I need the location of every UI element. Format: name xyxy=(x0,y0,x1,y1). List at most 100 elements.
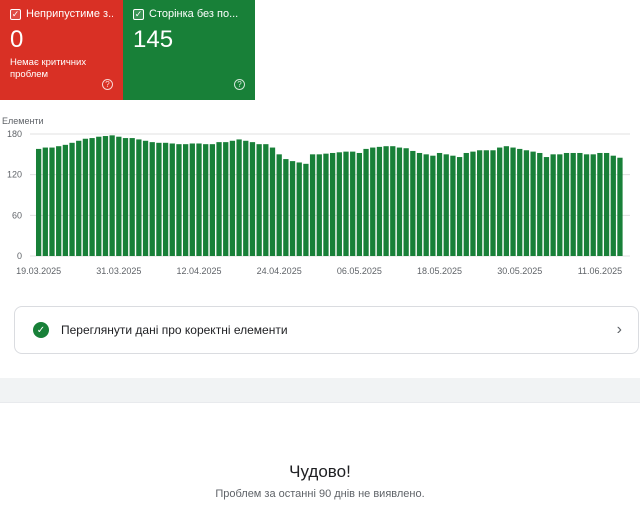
y-tick-label: 180 xyxy=(7,129,22,139)
chart-bar xyxy=(196,143,202,256)
card-valid-header: ✓ Сторінка без по... xyxy=(133,8,245,20)
chart-bar xyxy=(603,152,610,256)
chart-bar xyxy=(477,150,483,256)
chart-bar xyxy=(490,150,496,256)
chart-bar xyxy=(557,154,563,256)
y-tick-label: 0 xyxy=(17,251,22,261)
chart-bar xyxy=(276,154,282,256)
chart-bar xyxy=(129,138,135,256)
chart-bar xyxy=(463,152,469,256)
chart-bar xyxy=(456,157,463,256)
section-divider xyxy=(0,378,640,402)
chart-bar xyxy=(416,152,423,256)
chart-bar xyxy=(470,151,476,256)
card-critical-subtitle: Немає критичних проблем xyxy=(10,57,87,80)
x-tick-label: 18.05.2025 xyxy=(417,266,462,276)
chart-bar xyxy=(376,146,383,256)
chart-bar xyxy=(56,146,62,256)
view-valid-items-tile[interactable]: ✓ Переглянути дані про коректні елементи… xyxy=(14,306,639,354)
chart-bar xyxy=(109,135,115,256)
chart-bar xyxy=(289,161,296,256)
chart-bar xyxy=(336,152,342,256)
chart-bar xyxy=(263,144,269,256)
chart-bar xyxy=(136,139,142,256)
card-critical-issues[interactable]: ✓ Неприпустиме з... 0 Немає критичних пр… xyxy=(0,0,123,100)
chart-bar xyxy=(96,136,102,256)
chart-bar xyxy=(617,157,623,256)
x-tick-label: 30.05.2025 xyxy=(497,266,542,276)
chart-bar xyxy=(583,154,590,256)
chart-bar xyxy=(203,144,209,256)
chart-bar xyxy=(69,142,75,256)
chart-bar xyxy=(216,142,222,256)
chart-bar xyxy=(483,150,489,256)
x-tick-label: 19.03.2025 xyxy=(16,266,61,276)
chart-bar xyxy=(229,140,236,256)
chart-bar xyxy=(249,142,256,256)
chart-bar xyxy=(323,153,329,256)
chart-bar xyxy=(283,159,289,256)
chart-bar xyxy=(49,147,55,256)
chart-bar xyxy=(530,151,536,256)
y-tick-label: 60 xyxy=(12,210,22,220)
chart-bar xyxy=(149,142,155,256)
chart-bar xyxy=(503,146,510,256)
card-valid-label: Сторінка без по... xyxy=(149,8,239,20)
card-critical-label: Неприпустиме з... xyxy=(26,8,113,20)
chart-bar xyxy=(296,162,302,256)
chart-bar xyxy=(510,147,516,256)
help-icon[interactable]: ? xyxy=(234,79,245,90)
chart-bar xyxy=(356,152,363,256)
chart-bar xyxy=(256,144,262,256)
chart-bar xyxy=(610,155,616,256)
chart-bar xyxy=(570,152,576,256)
chart-bar xyxy=(390,146,396,256)
chart-bar xyxy=(523,150,530,256)
checkbox-icon[interactable]: ✓ xyxy=(133,8,144,20)
chart-bar xyxy=(350,151,356,256)
chart-bar xyxy=(497,147,503,256)
chart-bar xyxy=(550,154,556,256)
help-icon[interactable]: ? xyxy=(102,79,113,90)
chart-bar xyxy=(436,152,443,256)
chart-bar xyxy=(370,147,376,256)
chart-bar xyxy=(183,144,189,256)
checkbox-icon[interactable]: ✓ xyxy=(10,8,21,20)
check-circle-icon: ✓ xyxy=(33,322,49,338)
card-valid-count: 145 xyxy=(133,26,174,53)
chart-bar xyxy=(62,144,69,256)
chart-bar xyxy=(309,154,316,256)
chart-bar xyxy=(36,148,42,256)
chart-bar xyxy=(156,142,162,256)
chart-bar xyxy=(537,152,543,256)
x-tick-label: 12.04.2025 xyxy=(176,266,221,276)
chart-bar xyxy=(243,140,249,256)
chart-bar xyxy=(116,136,122,256)
chart-bar xyxy=(122,138,129,256)
card-critical-header: ✓ Неприпустиме з... xyxy=(10,8,113,20)
chevron-right-icon[interactable]: › xyxy=(617,321,622,339)
chart-bar xyxy=(383,146,389,256)
chart-bar xyxy=(236,139,242,256)
chart-bar xyxy=(169,143,175,256)
chart-bar xyxy=(189,143,195,256)
chart-bar xyxy=(209,144,216,256)
chart-bar xyxy=(343,151,349,256)
chart-bar xyxy=(543,157,550,256)
chart-bar xyxy=(590,154,596,256)
chart-bar xyxy=(517,148,523,256)
card-valid-pages[interactable]: ✓ Сторінка без по... 145 ? xyxy=(123,0,255,100)
x-tick-label: 24.04.2025 xyxy=(257,266,302,276)
card-critical-count: 0 xyxy=(10,26,24,53)
y-tick-label: 120 xyxy=(7,170,22,180)
view-valid-items-label: Переглянути дані про коректні елементи xyxy=(61,323,288,337)
chart-bar xyxy=(76,140,82,256)
empty-state-message: Проблем за останні 90 днів не виявлено. xyxy=(215,488,425,500)
chart-bar xyxy=(330,152,336,256)
chart-bar xyxy=(102,136,109,256)
chart-bar xyxy=(410,150,416,256)
items-bar-chart: Елементи 0 60 120 180 19.03.2025 31.03.2025 12.… xyxy=(2,116,630,276)
chart-bar xyxy=(89,138,95,256)
chart-bar xyxy=(176,144,182,256)
chart-bar xyxy=(142,140,149,256)
